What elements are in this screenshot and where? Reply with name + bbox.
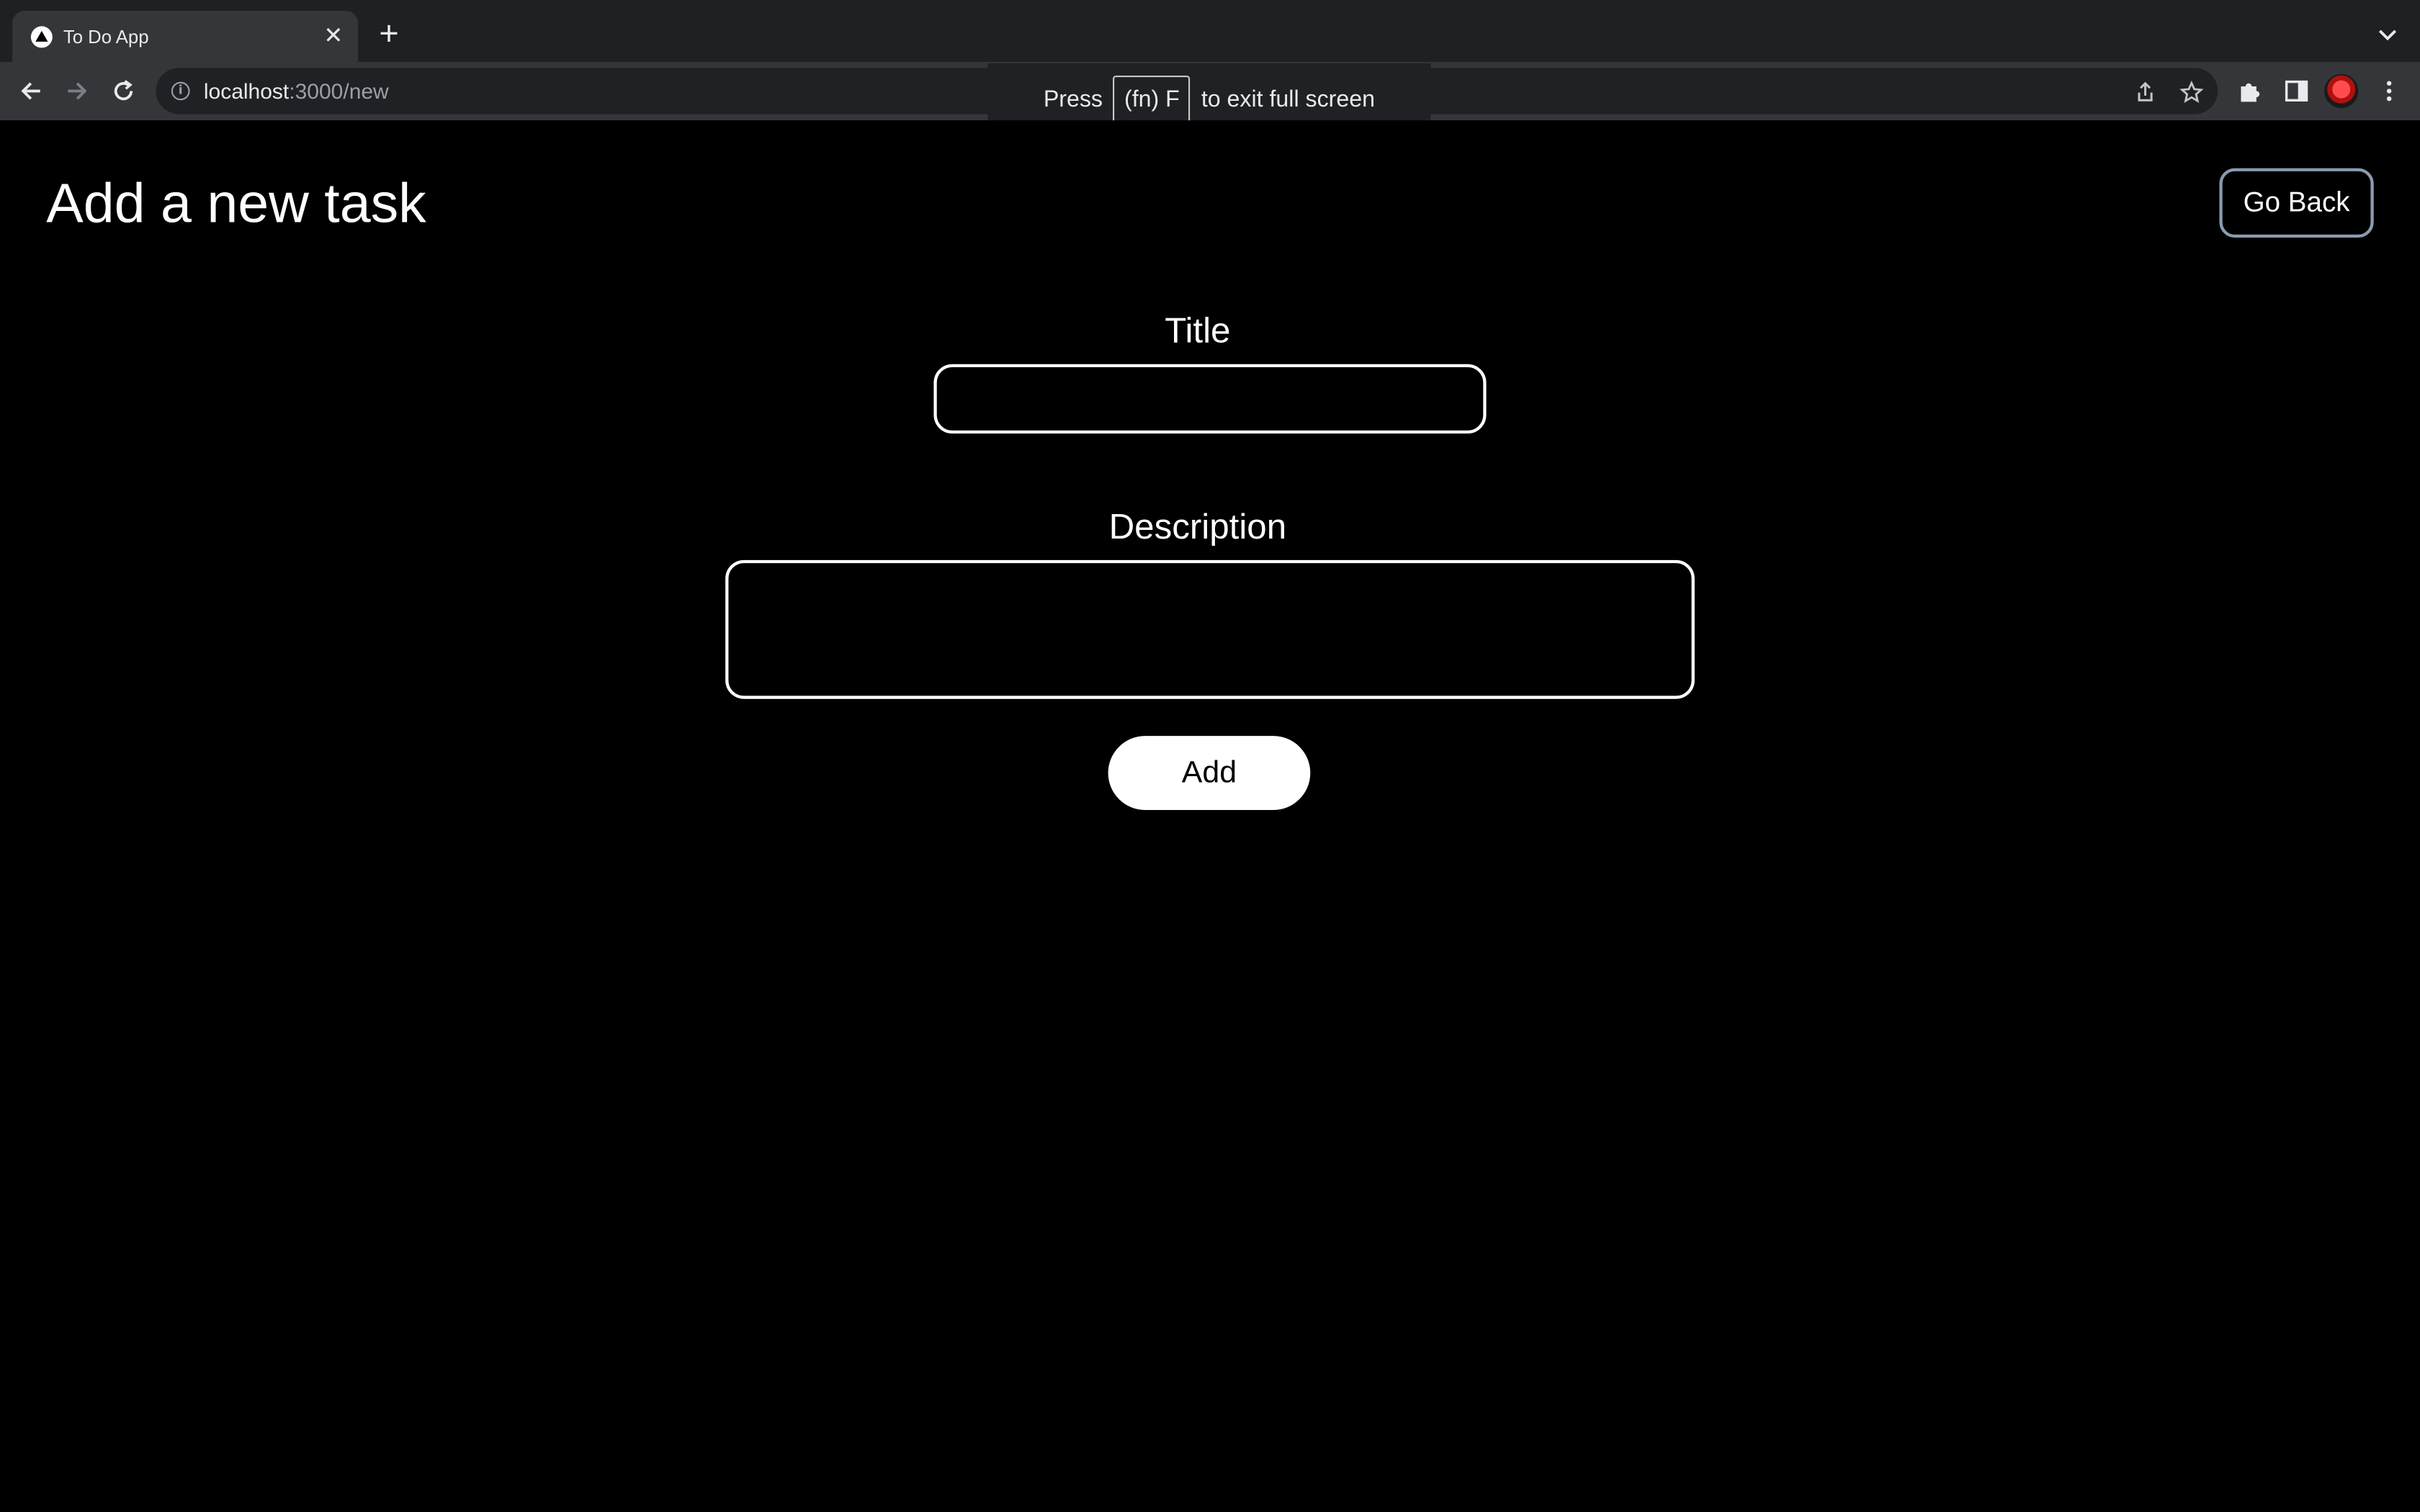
tab-title: To Do App — [63, 25, 149, 48]
go-back-button[interactable]: Go Back — [2219, 168, 2374, 238]
forward-button[interactable] — [60, 74, 94, 108]
add-button[interactable]: Add — [1108, 736, 1311, 810]
url-host: localhost — [203, 78, 290, 104]
reload-icon — [114, 80, 133, 101]
back-arrow-icon — [21, 82, 40, 100]
forward-arrow-icon — [68, 82, 87, 100]
close-tab-icon[interactable]: ✕ — [321, 23, 346, 48]
share-icon[interactable] — [2133, 80, 2157, 104]
back-button[interactable] — [14, 74, 48, 108]
fullscreen-exit-text: to exit full screen — [1201, 86, 1376, 113]
title-input[interactable] — [933, 364, 1487, 434]
app-favicon-icon — [30, 25, 53, 48]
fullscreen-press-text: Press — [1043, 86, 1103, 113]
extensions-puzzle-icon[interactable] — [2236, 77, 2264, 105]
kebab-menu-icon[interactable] — [2375, 77, 2403, 105]
page-content: Add a new task Go Back Title Description… — [0, 120, 2420, 1512]
fullscreen-key: (fn) F — [1113, 76, 1191, 124]
reload-button[interactable] — [107, 74, 140, 108]
site-info-icon[interactable]: i — [171, 81, 190, 101]
browser-tab-strip: To Do App ✕ + — [0, 0, 2420, 62]
url-path: :3000/new — [289, 78, 389, 104]
profile-avatar[interactable] — [2324, 73, 2359, 108]
side-panel-icon[interactable] — [2282, 77, 2311, 105]
bookmark-star-icon[interactable] — [2179, 80, 2204, 104]
tab-search-chevron-icon[interactable] — [2374, 20, 2402, 48]
url-text: localhost:3000/new — [204, 78, 389, 103]
screen: To Do App ✕ + i localhost:3000/new Press… — [0, 0, 2420, 1512]
title-label: Title — [1165, 310, 1231, 351]
description-label: Description — [1108, 505, 1287, 546]
browser-tab[interactable]: To Do App ✕ — [12, 11, 359, 62]
new-tab-icon[interactable]: + — [374, 16, 405, 50]
page-title: Add a new task — [46, 171, 426, 235]
description-textarea[interactable] — [725, 559, 1695, 699]
